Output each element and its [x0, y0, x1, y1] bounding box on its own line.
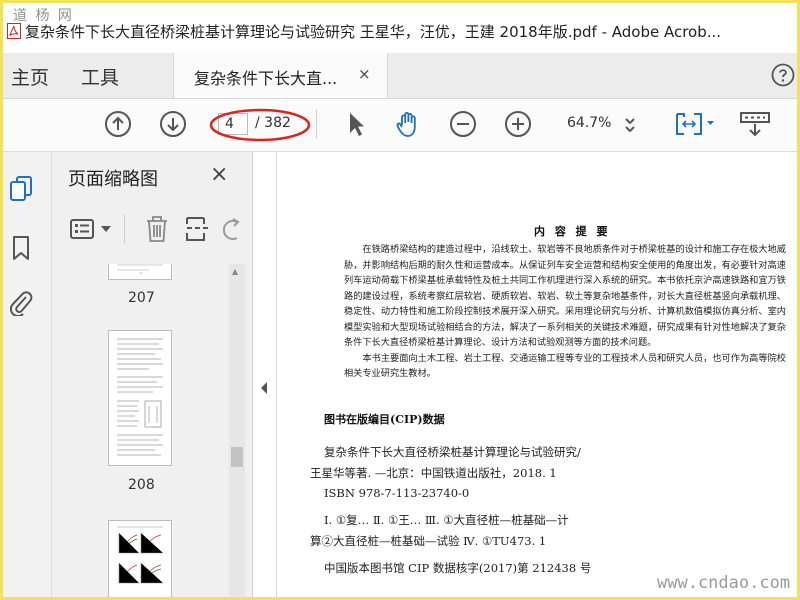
page-thumbnail-209[interactable]: [108, 520, 172, 597]
rotate-page-icon[interactable]: [222, 216, 242, 244]
thumbnail-preview: [117, 264, 163, 274]
panel-close-icon[interactable]: ×: [210, 162, 228, 187]
cip-title: 图书在版编目(CIP)数据: [324, 413, 445, 426]
tab-document-label: 复杂条件下长大直...: [194, 69, 338, 88]
highlight-ellipse: [209, 108, 311, 142]
zoom-in-icon[interactable]: [503, 109, 533, 139]
document-edge: [276, 152, 277, 597]
pdf-app-icon: [7, 23, 21, 39]
thumbnail-panel: 页面缩略图 × 207 208 ▲: [52, 152, 253, 597]
thumbnail-preview: [117, 526, 163, 584]
select-cursor-icon[interactable]: [341, 109, 371, 139]
tab-home[interactable]: 主页: [11, 63, 49, 90]
bookmark-icon[interactable]: [8, 234, 34, 262]
page-thumbnail-207[interactable]: [108, 264, 172, 280]
tab-document[interactable]: 复杂条件下长大直... ×: [173, 53, 388, 98]
thumbnail-scrollbar[interactable]: ▲: [229, 264, 245, 597]
zoom-dropdown-icon[interactable]: [623, 113, 637, 135]
cip-line: 复杂条件下长大直径桥梁桩基计算理论与试验研究/: [324, 445, 581, 459]
panel-toolbar: [66, 214, 246, 246]
toolbar: 4 / 382 64.7%: [3, 99, 797, 152]
cip-line: Ⅰ. ①复… Ⅱ. ①王… Ⅲ. ①大直径桩—桩基础—计: [324, 513, 569, 527]
fit-page-icon[interactable]: [674, 109, 718, 139]
cip-line: 中国版本图书馆 CIP 数据核字(2017)第 212438 号: [324, 561, 592, 575]
abstract-paragraph: 本书主要面向土木工程、岩土工程、交通运输工程等专业的工程技术人员和研究人员，也可…: [344, 352, 786, 380]
cip-line: ISBN 978-7-113-23740-0: [324, 486, 470, 500]
extract-pages-icon[interactable]: [184, 214, 212, 244]
abstract-paragraph: 在铁路桥梁结构的建造过程中，沿线软土、软岩等不良地质条件对于桥梁桩基的设计和施工…: [344, 244, 786, 348]
panel-title: 页面缩略图: [68, 169, 158, 190]
thumbnails-list: 207 208: [52, 264, 252, 597]
tab-bar: 主页 工具 复杂条件下长大直... ×: [3, 53, 797, 99]
previous-page-icon[interactable]: [103, 109, 133, 139]
window-title: 复杂条件下长大直径桥梁桩基计算理论与试验研究 王星华，汪优，王建 2018年版.…: [25, 23, 722, 41]
panel-toolbar-divider: [124, 214, 125, 244]
zoom-level[interactable]: 64.7%: [567, 115, 611, 131]
page-thumbnails-icon[interactable]: [8, 174, 34, 202]
page-thumbnail-208[interactable]: [108, 330, 172, 466]
document-view[interactable]: 内 容 提 要 在铁路桥梁结构的建造过程中，沿线软土、软岩等不良地质条件对于桥梁…: [276, 152, 797, 597]
thumbnail-label: 207: [128, 290, 155, 306]
thumbnail-preview: [117, 338, 163, 456]
help-icon[interactable]: [771, 63, 795, 87]
tab-tools[interactable]: 工具: [81, 63, 119, 90]
hand-tool-icon[interactable]: [393, 109, 423, 139]
cip-line: 王星华等著. —北京：中国铁道出版社，2018. 1: [310, 466, 557, 480]
next-page-icon[interactable]: [158, 109, 188, 139]
app-window: 道 杨 网 复杂条件下长大直径桥梁桩基计算理论与试验研究 王星华，汪优，王建 2…: [3, 3, 797, 597]
collapse-panel-icon[interactable]: [259, 381, 269, 395]
thumbnail-options-icon[interactable]: [70, 218, 96, 240]
read-mode-icon[interactable]: [738, 109, 772, 139]
left-rail: [3, 152, 52, 597]
toolbar-divider: [316, 109, 317, 139]
delete-page-icon[interactable]: [144, 214, 170, 244]
zoom-out-icon[interactable]: [448, 109, 478, 139]
title-bar: 道 杨 网 复杂条件下长大直径桥梁桩基计算理论与试验研究 王星华，汪优，王建 2…: [3, 3, 797, 54]
scroll-up-icon[interactable]: ▲: [232, 267, 238, 276]
watermark-text: www.cndao.com: [657, 573, 791, 593]
attachment-icon[interactable]: [8, 288, 34, 316]
cip-line: 算②大直径桩—桩基础—试验 Ⅳ. ①TU473. 1: [310, 534, 547, 548]
tab-close-icon[interactable]: ×: [358, 65, 371, 83]
options-dropdown-icon[interactable]: [100, 224, 112, 234]
thumbnail-label: 208: [128, 477, 155, 493]
document-heading: 内 容 提 要: [534, 225, 611, 238]
scrollbar-thumb[interactable]: [231, 447, 243, 467]
abstract-text: 在铁路桥梁结构的建造过程中，沿线软土、软岩等不良地质条件对于桥梁桩基的设计和施工…: [344, 242, 786, 382]
